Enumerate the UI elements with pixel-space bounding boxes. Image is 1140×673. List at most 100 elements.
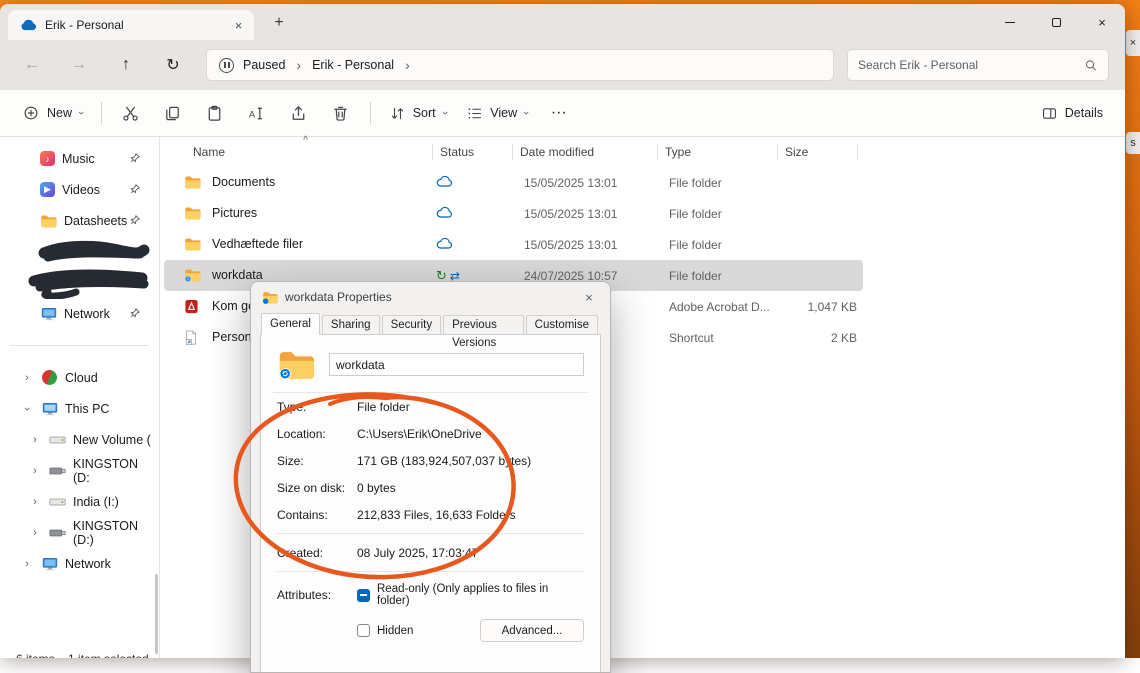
share-button[interactable] <box>278 96 320 130</box>
field-label-size-on-disk: Size on disk: <box>277 481 357 495</box>
cut-button[interactable] <box>110 96 152 130</box>
column-header-name[interactable]: Name <box>193 145 225 159</box>
breadcrumb-chevron-icon[interactable]: › <box>403 57 412 73</box>
rename-button[interactable]: A <box>236 96 278 130</box>
dialog-title: workdata Properties <box>285 290 567 304</box>
maximize-button[interactable] <box>1033 4 1079 40</box>
more-options-button[interactable]: ··· <box>538 96 580 130</box>
sidebar-item-videos[interactable]: ▶ Videos <box>4 174 155 205</box>
sort-button[interactable]: Sort › <box>379 96 457 130</box>
breadcrumb-folder[interactable]: Erik - Personal <box>312 58 394 72</box>
command-toolbar: New › A Sort › View › <box>0 90 1125 137</box>
chevron-right-icon[interactable]: › <box>20 558 34 570</box>
drive-icon <box>49 494 66 509</box>
file-row-vedhaeftede-filer[interactable]: Vedhæftede filer 15/05/2025 13:01 File f… <box>164 229 863 260</box>
search-input[interactable] <box>858 58 1084 72</box>
window-controls: × <box>987 4 1125 40</box>
address-bar[interactable]: Paused › Erik - Personal › <box>206 49 834 81</box>
chevron-right-icon[interactable]: › <box>28 434 42 446</box>
folder-sync-icon <box>262 291 278 304</box>
dialog-close-button[interactable]: × <box>574 286 604 308</box>
refresh-button[interactable]: ↻ <box>157 49 189 81</box>
close-button[interactable]: × <box>1079 4 1125 40</box>
folder-icon <box>184 175 201 192</box>
file-row-documents[interactable]: Documents 15/05/2025 13:01 File folder <box>164 167 863 198</box>
sidebar-item-cloud[interactable]: › Cloud <box>4 362 155 393</box>
column-header-modified[interactable]: Date modified <box>520 145 594 159</box>
plus-circle-icon <box>22 104 40 122</box>
tab-security[interactable]: Security <box>382 315 442 334</box>
sidebar-item-redacted-2[interactable] <box>4 267 155 298</box>
chevron-right-icon[interactable]: › <box>20 372 34 384</box>
navigation-bar: ← → ↑ ↻ Paused › Erik - Personal › <box>0 40 1125 90</box>
breadcrumb-sync-status[interactable]: Paused <box>243 58 285 72</box>
drive-icon <box>49 432 66 447</box>
field-label-size: Size: <box>277 454 357 468</box>
sidebar-item-redacted-1[interactable] <box>4 236 155 267</box>
paste-button[interactable] <box>194 96 236 130</box>
column-header-status[interactable]: Status <box>440 145 474 159</box>
tab-general[interactable]: General <box>261 313 320 335</box>
minimize-button[interactable] <box>987 4 1033 40</box>
new-tab-button[interactable]: + <box>266 10 292 36</box>
column-header-type[interactable]: Type <box>665 145 691 159</box>
sidebar-item-music[interactable]: ♪ Music <box>4 143 155 174</box>
view-icon <box>466 105 483 122</box>
search-icon <box>1084 58 1098 73</box>
view-button[interactable]: View › <box>456 96 538 130</box>
paste-icon <box>205 104 224 123</box>
column-header-size[interactable]: Size <box>785 145 808 159</box>
properties-dialog: workdata Properties × General Sharing Se… <box>250 281 611 673</box>
music-icon: ♪ <box>40 151 55 166</box>
toolbar-separator <box>370 102 371 124</box>
redaction-scribble <box>28 269 150 299</box>
sidebar-item-datasheets[interactable]: Datasheets <box>4 205 155 236</box>
chevron-down-icon: › <box>520 111 532 115</box>
sidebar-item-this-pc[interactable]: › This PC <box>4 393 155 424</box>
sync-paused-icon <box>219 58 234 73</box>
forward-button[interactable]: → <box>63 49 95 81</box>
delete-button[interactable] <box>320 96 362 130</box>
breadcrumb-chevron-icon[interactable]: › <box>294 57 303 73</box>
back-button[interactable]: ← <box>16 49 48 81</box>
tab-close-button[interactable]: × <box>229 16 248 35</box>
field-value-location: C:\Users\Erik\OneDrive <box>357 427 482 441</box>
sidebar-item-network-pinned[interactable]: Network <box>4 298 155 329</box>
sidebar-item-network[interactable]: › Network <box>4 548 155 579</box>
file-row-pictures[interactable]: Pictures 15/05/2025 13:01 File folder <box>164 198 863 229</box>
sidebar-item-india[interactable]: › India (I:) <box>4 486 155 517</box>
tab-previous-versions[interactable]: Previous Versions <box>443 315 524 334</box>
chevron-right-icon[interactable]: › <box>28 527 42 539</box>
dialog-tabs: General Sharing Security Previous Versio… <box>251 312 610 334</box>
chevron-right-icon[interactable]: › <box>28 496 42 508</box>
tab-bar: Erik - Personal × + × <box>0 4 1125 40</box>
sidebar-scrollbar[interactable] <box>155 574 158 654</box>
readonly-label: Read-only (Only applies to files in fold… <box>377 583 584 607</box>
new-button[interactable]: New › <box>12 96 93 130</box>
tab-customise[interactable]: Customise <box>526 315 598 334</box>
field-label-contains: Contains: <box>277 508 357 522</box>
folder-name-input[interactable] <box>329 353 584 376</box>
pin-icon <box>129 307 141 319</box>
sort-ascending-icon: ^ <box>303 135 308 146</box>
explorer-tab[interactable]: Erik - Personal × <box>8 10 254 40</box>
background-window-close-fragment: × <box>1126 30 1140 56</box>
up-button[interactable]: ↑ <box>110 49 142 81</box>
toolbar-separator <box>101 102 102 124</box>
readonly-checkbox[interactable] <box>357 589 370 602</box>
field-value-contains: 212,833 Files, 16,633 Folders <box>357 508 516 522</box>
hidden-label: Hidden <box>377 625 413 637</box>
sidebar-item-kingston-1[interactable]: › KINGSTON (D: <box>4 455 155 486</box>
advanced-button[interactable]: Advanced... <box>480 619 584 642</box>
details-pane-button[interactable]: Details <box>1031 96 1113 130</box>
chevron-down-icon[interactable]: › <box>20 403 34 415</box>
chevron-right-icon[interactable]: › <box>28 465 42 477</box>
hidden-checkbox[interactable] <box>357 624 370 637</box>
minimize-icon <box>1005 22 1015 23</box>
sidebar-item-kingston-2[interactable]: › KINGSTON (D:) <box>4 517 155 548</box>
copy-button[interactable] <box>152 96 194 130</box>
cloud-status-icon <box>436 206 453 222</box>
search-box[interactable] <box>847 49 1109 81</box>
sidebar-item-new-volume[interactable]: › New Volume ( <box>4 424 155 455</box>
tab-sharing[interactable]: Sharing <box>322 315 380 334</box>
